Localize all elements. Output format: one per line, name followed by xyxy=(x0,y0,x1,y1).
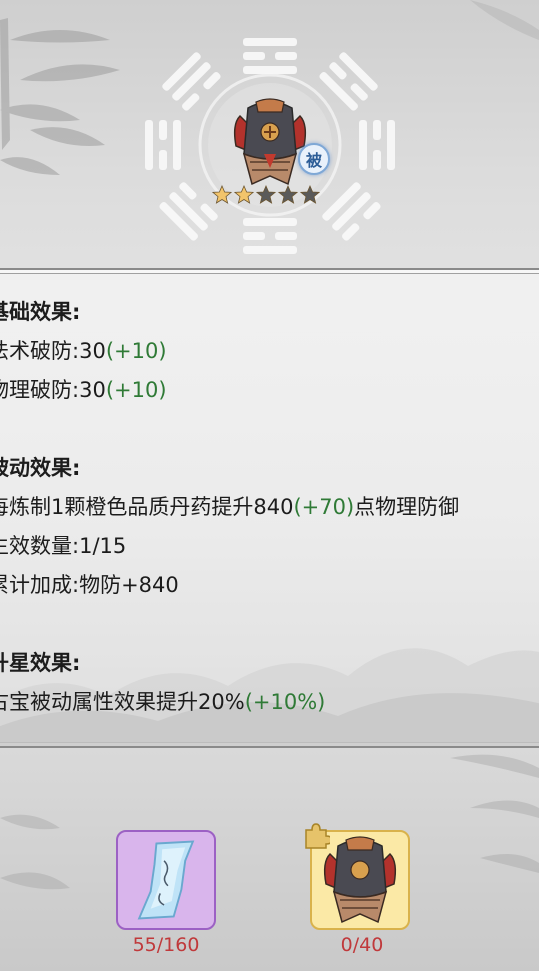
starup-desc-text: 古宝被动属性效果提升20% xyxy=(0,690,245,714)
star-empty-icon xyxy=(299,184,321,205)
fragment-count: 55/160 xyxy=(132,934,200,956)
passive-type-badge: 被 xyxy=(298,143,330,175)
stat-label: 法术破防: xyxy=(0,339,80,363)
material-slot-fragment[interactable] xyxy=(116,830,216,930)
passive-desc-bonus: (+70) xyxy=(293,495,355,519)
effective-count-label: 生效数量: xyxy=(0,534,80,558)
star-empty-icon xyxy=(277,184,299,205)
stat-line-magic-pierce: 法术破防:30(+10) xyxy=(0,337,167,365)
star-filled-icon xyxy=(211,184,233,205)
stat-bonus: (+10) xyxy=(105,378,167,402)
armor-icon[interactable] xyxy=(228,94,312,190)
upgrade-materials: 55/160 0/40 xyxy=(0,748,539,971)
jade-fragment-icon xyxy=(137,840,195,920)
starup-description: 古宝被动属性效果提升20%(+10%) xyxy=(0,688,325,716)
stat-bonus: (+10) xyxy=(105,339,167,363)
passive-desc-suffix: 点物理防御 xyxy=(354,495,460,519)
stat-value: 30 xyxy=(79,378,106,402)
total-bonus-line: 累计加成:物防+840 xyxy=(0,571,179,599)
passive-description: 每炼制1颗橙色品质丹药提升840(+70)点物理防御 xyxy=(0,493,459,521)
star-rating xyxy=(211,184,321,205)
item-header: 被 xyxy=(0,0,539,268)
starup-desc-bonus: (+10%) xyxy=(244,690,326,714)
passive-effects-heading: 被动效果: xyxy=(0,456,81,480)
armor-count: 0/40 xyxy=(340,934,384,956)
puzzle-piece-icon xyxy=(305,823,330,849)
effect-info-panel: 基础效果: 法术破防:30(+10) 物理破防:30(+10) 被动效果: 每炼… xyxy=(0,268,539,748)
star-filled-icon xyxy=(233,184,255,205)
star-empty-icon xyxy=(255,184,277,205)
effective-count-value: 1/15 xyxy=(79,534,127,558)
basic-effects-heading: 基础效果: xyxy=(0,300,81,324)
stat-value: 30 xyxy=(79,339,106,363)
stat-label: 物理破防: xyxy=(0,378,80,402)
starup-effects-heading: 升星效果: xyxy=(0,651,81,675)
effective-count-line: 生效数量:1/15 xyxy=(0,532,126,560)
passive-desc-text: 每炼制1颗橙色品质丹药提升840 xyxy=(0,495,294,519)
stat-line-physical-pierce: 物理破防:30(+10) xyxy=(0,376,167,404)
total-bonus-value: 物防+840 xyxy=(79,573,179,597)
bamboo-decoration xyxy=(0,754,539,890)
total-bonus-label: 累计加成: xyxy=(0,573,80,597)
